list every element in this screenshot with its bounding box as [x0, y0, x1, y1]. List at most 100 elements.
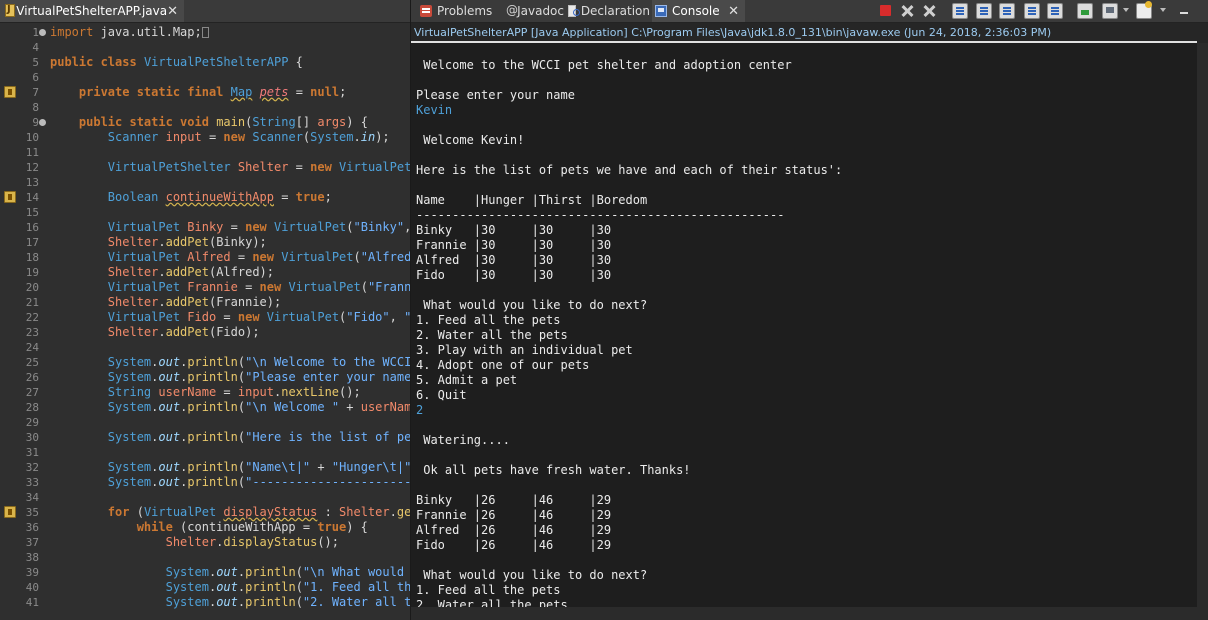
- line-number: 16: [25, 221, 39, 234]
- code-line[interactable]: 12 VirtualPetShelter Shelter = new Virtu…: [0, 160, 410, 175]
- code-line[interactable]: 6: [0, 70, 410, 85]
- code-editor[interactable]: VirtualPetShelterAPP.java ✕ 1 import java…: [0, 0, 410, 620]
- open-console-dropdown[interactable]: [1159, 6, 1167, 14]
- code-token: VirtualPet: [281, 250, 354, 264]
- code-line[interactable]: 18 VirtualPet Alfred = new VirtualPet("A…: [0, 250, 410, 265]
- line-number: 33: [25, 476, 39, 489]
- close-icon[interactable]: ✕: [728, 4, 739, 19]
- terminate-button[interactable]: [880, 5, 891, 16]
- code-line[interactable]: 34: [0, 490, 410, 505]
- line-number: 10: [25, 131, 39, 144]
- code-line[interactable]: 20 VirtualPet Frannie = new VirtualPet("…: [0, 280, 410, 295]
- tab-problems[interactable]: Problems: [417, 0, 500, 22]
- code-line[interactable]: 1 import java.util.Map;: [0, 25, 410, 40]
- code-token: :: [317, 505, 340, 519]
- code-line[interactable]: 27 String userName = input.nextLine();: [0, 385, 410, 400]
- console-output[interactable]: Welcome to the WCCI pet shelter and adop…: [411, 43, 1197, 607]
- vertical-scrollbar[interactable]: [1197, 43, 1208, 607]
- code-line[interactable]: 25 System.out.println("\n Welcome to the…: [0, 355, 410, 370]
- tab-console[interactable]: Console ✕: [652, 0, 745, 22]
- fold-icon[interactable]: [39, 119, 46, 126]
- remove-all-terminated-button[interactable]: [921, 3, 937, 19]
- code-line[interactable]: 33 System.out.println("-----------------…: [0, 475, 410, 490]
- line-number: 15: [25, 206, 39, 219]
- pin-console-button[interactable]: [1077, 3, 1093, 19]
- code-line[interactable]: 23 Shelter.addPet(Fido);: [0, 325, 410, 340]
- code-line[interactable]: 39 System.out.println("\n What would y: [0, 565, 410, 580]
- display-selected-console-button[interactable]: [1102, 3, 1118, 19]
- code-line[interactable]: 8: [0, 100, 410, 115]
- code-token: "------------------------: [245, 475, 410, 489]
- console-line: Frannie |30 |30 |30: [416, 238, 612, 252]
- code-line[interactable]: 17 Shelter.addPet(Binky);: [0, 235, 410, 250]
- code-line[interactable]: 7 private static final Map pets = null;: [0, 85, 410, 100]
- code-line[interactable]: 14 Boolean continueWithApp = true;: [0, 190, 410, 205]
- code-line[interactable]: 19 Shelter.addPet(Alfred);: [0, 265, 410, 280]
- code-line[interactable]: 31: [0, 445, 410, 460]
- code-line[interactable]: 9 public static void main(String[] args)…: [0, 115, 410, 130]
- show-when-stderr-button[interactable]: [999, 3, 1015, 19]
- code-token: "2. Water all th: [302, 595, 410, 609]
- code-line[interactable]: 15: [0, 205, 410, 220]
- code-line[interactable]: 11: [0, 145, 410, 160]
- code-token: true: [317, 520, 347, 534]
- code-line[interactable]: 5 public class VirtualPetShelterAPP {: [0, 55, 410, 70]
- word-wrap-button[interactable]: [1024, 3, 1040, 19]
- code-line[interactable]: 35 for (VirtualPet displayStatus : Shelt…: [0, 505, 410, 520]
- scroll-lock-button[interactable]: [952, 3, 968, 19]
- folded-imports-icon[interactable]: [201, 27, 209, 38]
- code-line[interactable]: 41 System.out.println("2. Water all th: [0, 595, 410, 610]
- code-line[interactable]: 24: [0, 340, 410, 355]
- show-when-stdout-button[interactable]: [976, 3, 992, 19]
- console-tab-bar: Problems Javadoc Declaration Console ✕: [411, 0, 1208, 23]
- code-line[interactable]: 10 Scanner input = new Scanner(System.in…: [0, 130, 410, 145]
- code-line[interactable]: 40 System.out.println("1. Feed all the: [0, 580, 410, 595]
- code-token: =: [288, 160, 311, 174]
- code-token: "Binky": [353, 220, 405, 234]
- code-token: private static final: [78, 85, 224, 99]
- fold-icon[interactable]: [39, 29, 46, 36]
- display-selected-console-dropdown[interactable]: [1122, 6, 1130, 14]
- close-icon[interactable]: ✕: [167, 4, 178, 19]
- code-line[interactable]: 37 Shelter.displayStatus();: [0, 535, 410, 550]
- code-token: out: [158, 460, 181, 474]
- code-line[interactable]: 16 VirtualPet Binky = new VirtualPet("Bi…: [0, 220, 410, 235]
- code-line[interactable]: 38: [0, 550, 410, 565]
- console-line: Ok all pets have fresh water. Thanks!: [416, 463, 691, 477]
- horizontal-scrollbar[interactable]: [411, 607, 1208, 620]
- code-line[interactable]: 26 System.out.println("Please enter your…: [0, 370, 410, 385]
- remove-launch-button[interactable]: [899, 3, 915, 19]
- code-line[interactable]: 22 VirtualPet Fido = new VirtualPet("Fid…: [0, 310, 410, 325]
- clear-console-button[interactable]: [1047, 3, 1063, 19]
- code-token: ) {: [346, 520, 368, 534]
- code-line[interactable]: 32 System.out.println("Name\t|" + "Hunge…: [0, 460, 410, 475]
- code-token: ();: [317, 535, 340, 549]
- open-console-button[interactable]: [1136, 1, 1152, 19]
- console-line: Welcome Kevin!: [416, 133, 525, 147]
- code-token: (Frannie);: [208, 295, 282, 309]
- code-line[interactable]: 30 System.out.println("Here is the list …: [0, 430, 410, 445]
- code-token: "Please enter your name": [245, 370, 410, 384]
- code-line[interactable]: 21 Shelter.addPet(Frannie);: [0, 295, 410, 310]
- tab-declaration[interactable]: Declaration: [565, 0, 650, 22]
- code-line[interactable]: 28 System.out.println("\n Welcome " + us…: [0, 400, 410, 415]
- console-view: Problems Javadoc Declaration Console ✕ Virtu…: [410, 0, 1208, 620]
- code-line[interactable]: 29: [0, 415, 410, 430]
- line-number: 40: [25, 581, 39, 594]
- code-line[interactable]: 13: [0, 175, 410, 190]
- code-token: out: [158, 355, 181, 369]
- code-lines[interactable]: 1 import java.util.Map; 4 5 public class Vir…: [0, 25, 410, 610]
- tab-javadoc[interactable]: Javadoc: [503, 0, 564, 22]
- code-line[interactable]: 4: [0, 40, 410, 55]
- console-user-input: Kevin: [416, 103, 453, 117]
- code-text: System.out.println("\n Welcome " + userN…: [50, 400, 410, 415]
- editor-tab[interactable]: VirtualPetShelterAPP.java ✕: [0, 0, 184, 22]
- code-token: for: [107, 505, 130, 519]
- code-line[interactable]: 36 while (continueWithApp = true) {: [0, 520, 410, 535]
- line-number: 6: [32, 71, 39, 84]
- minimize-view-button[interactable]: [1177, 3, 1191, 19]
